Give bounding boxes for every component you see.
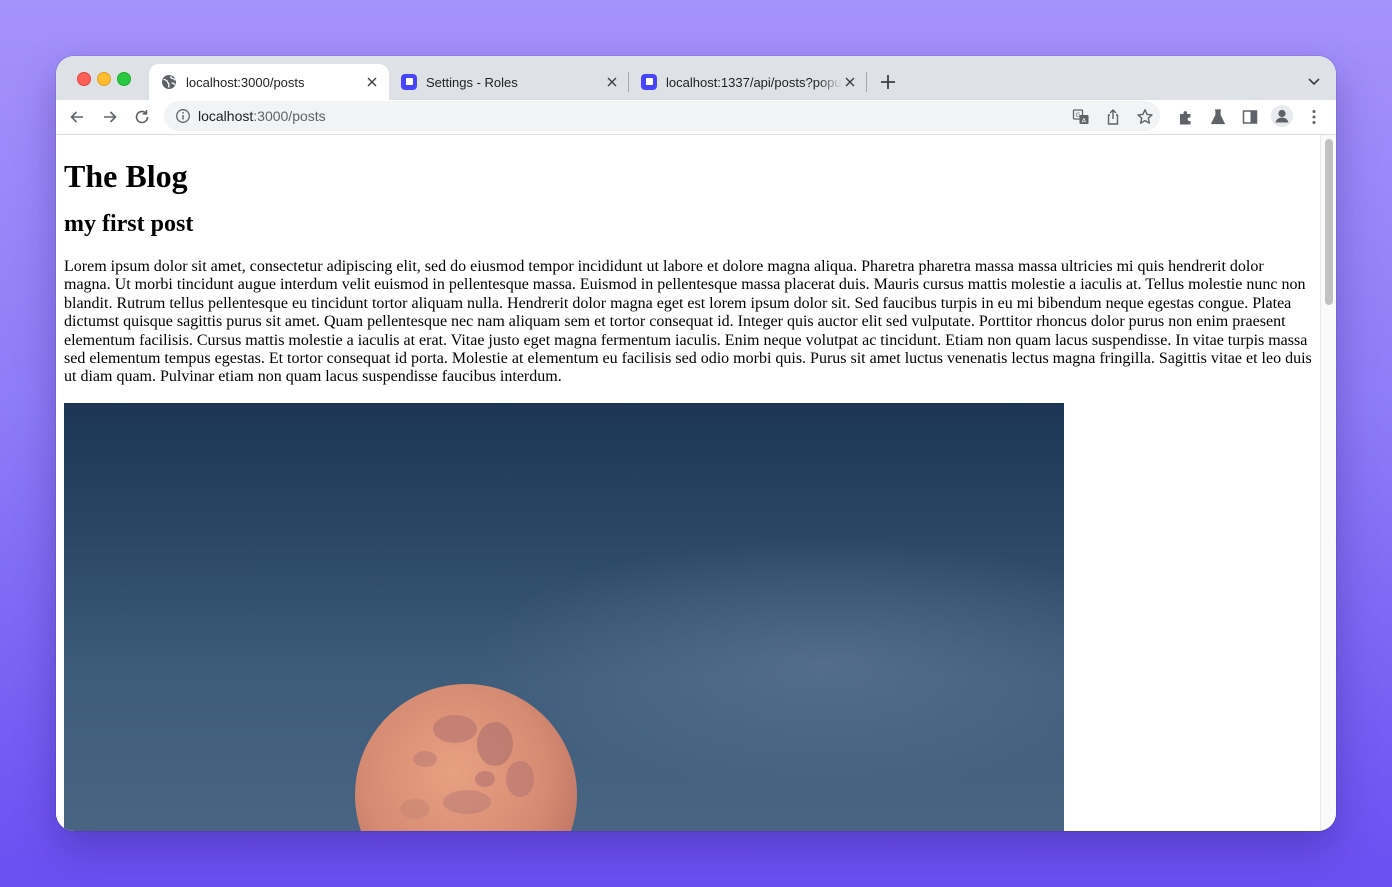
extensions-icon[interactable] [1177, 108, 1195, 126]
side-panel-icon[interactable] [1241, 108, 1259, 126]
close-window-button[interactable] [77, 72, 91, 86]
info-icon[interactable] [175, 108, 191, 124]
url-path: :3000/posts [253, 108, 326, 124]
labs-flask-icon[interactable] [1209, 108, 1227, 126]
close-tab-icon[interactable] [364, 74, 380, 90]
browser-toolbar: localhost:3000/posts G A [56, 100, 1336, 135]
back-arrow-icon[interactable] [68, 108, 86, 126]
translate-icon[interactable]: G A [1072, 108, 1090, 126]
zoom-window-button[interactable] [117, 72, 131, 86]
url-host: localhost [198, 108, 254, 124]
post-title: my first post [64, 211, 194, 237]
tab-settings-roles[interactable]: Settings - Roles [389, 64, 629, 100]
page-content: The Blog my first post Lorem ipsum dolor… [64, 135, 1312, 831]
star-icon[interactable] [1136, 108, 1154, 126]
page-viewport: The Blog my first post Lorem ipsum dolor… [56, 135, 1320, 831]
scrollbar-thumb[interactable] [1325, 139, 1333, 305]
close-tab-icon[interactable] [842, 74, 858, 90]
page-title: The Blog [64, 158, 188, 194]
share-icon[interactable] [1104, 108, 1122, 126]
forward-arrow-icon[interactable] [101, 108, 119, 126]
browser-window: localhost:3000/posts Settings - Roles lo… [56, 56, 1336, 831]
post-body: Lorem ipsum dolor sit amet, consectetur … [64, 258, 1312, 386]
address-bar[interactable]: localhost:3000/posts G A [164, 101, 1160, 131]
minimize-window-button[interactable] [97, 72, 111, 86]
tab-strip: localhost:3000/posts Settings - Roles lo… [56, 56, 1336, 100]
close-tab-icon[interactable] [604, 74, 620, 90]
tab-title: localhost:3000/posts [186, 74, 305, 90]
tab-title: localhost:1337/api/posts?popu [666, 74, 842, 90]
profile-icon [1275, 109, 1289, 123]
tab-title-text: localhost:1337/api/posts?popu [666, 74, 842, 90]
globe-icon [162, 75, 176, 89]
more-icon[interactable] [1305, 108, 1323, 126]
moon-image [355, 683, 577, 831]
tab-separator [866, 72, 867, 92]
avatar[interactable] [1271, 105, 1293, 127]
strapi-icon [641, 74, 657, 90]
url-text: localhost:3000/posts [198, 108, 326, 124]
strapi-icon [401, 74, 417, 90]
svg-text:A: A [1082, 116, 1087, 124]
post-image [64, 402, 1064, 831]
tab-api-posts[interactable]: localhost:1337/api/posts?popu [629, 64, 867, 100]
chevron-down-icon[interactable] [1306, 73, 1322, 89]
svg-text:G: G [1076, 111, 1081, 119]
tab-title: Settings - Roles [426, 74, 518, 90]
tab-posts[interactable]: localhost:3000/posts [149, 64, 389, 100]
reload-icon[interactable] [133, 108, 151, 126]
page-scrollbar[interactable] [1320, 135, 1336, 831]
new-tab-icon[interactable] [878, 72, 898, 92]
